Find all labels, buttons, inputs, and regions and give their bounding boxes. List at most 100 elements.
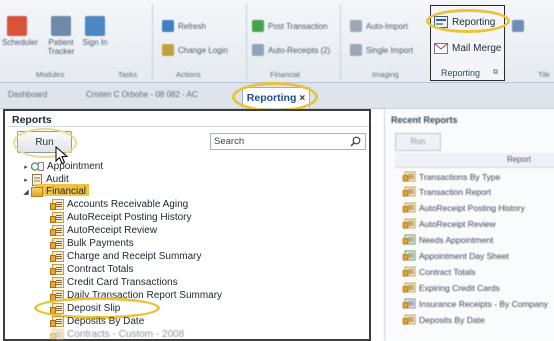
recent-row-label: AutoReceipt Review — [419, 218, 496, 229]
report-icon — [50, 277, 64, 288]
change-login-button[interactable]: Change Login — [162, 44, 228, 56]
recent-row[interactable]: Needs Appointment — [402, 234, 494, 245]
auto-receipts-label: Auto-Receipts (2) — [268, 45, 331, 55]
tree-item-report[interactable]: Charge and Receipt Summary — [50, 250, 202, 263]
tree-item-financial[interactable]: ◢ Financial — [21, 185, 86, 198]
group-actions: Actions — [176, 70, 201, 79]
sign-in-button[interactable]: Sign In — [80, 16, 110, 47]
ribbon-separator — [246, 4, 247, 80]
report-icon — [402, 171, 416, 182]
tree-item-label: Charge and Receipt Summary — [67, 251, 202, 262]
ribbon-overflow-button[interactable] — [512, 20, 524, 32]
mail-merge-button[interactable]: Mail Merge — [434, 42, 501, 54]
tree-item-label: AutoReceipt Review — [67, 225, 158, 236]
report-icon — [50, 238, 64, 249]
report-icon — [50, 225, 64, 236]
tab-patient[interactable]: Cristen C Orbohe - 08 082 - AC — [86, 90, 198, 99]
single-import-button[interactable]: Single Import — [350, 44, 413, 56]
clipboard-icon — [51, 16, 71, 36]
reports-panel-title: Reports — [12, 114, 52, 126]
recent-row-label: Transaction Report — [419, 186, 491, 197]
recent-row[interactable]: Deposits By Date — [402, 314, 485, 325]
tab-dashboard[interactable]: Dashboard — [8, 90, 47, 99]
recent-row[interactable]: Appointment Day Sheet — [402, 250, 509, 261]
auto-import-label: Auto-Import — [366, 21, 408, 31]
report-icon — [50, 329, 64, 340]
patient-tracker-label: Patient Tracker — [47, 38, 75, 56]
dollar-icon — [252, 20, 264, 32]
report-icon — [402, 266, 416, 277]
recent-row[interactable]: Expiring Credit Cards — [402, 282, 500, 293]
search-icon[interactable] — [350, 136, 361, 150]
folder-icon — [31, 186, 43, 197]
recent-row[interactable]: Insurance Receipts - By Company — [402, 298, 548, 309]
refresh-button[interactable]: Refresh — [162, 20, 206, 32]
collapse-icon[interactable]: ◢ — [21, 188, 31, 196]
tree-item-label: Accounts Receivable Aging — [67, 199, 189, 210]
report-icon — [402, 314, 416, 325]
tree-item-report[interactable]: Credit Card Transactions — [50, 276, 178, 289]
mail-merge-icon — [434, 43, 448, 54]
group-imaging: Imaging — [372, 70, 399, 79]
sign-in-icon — [85, 16, 105, 36]
refresh-icon — [162, 20, 174, 32]
report-icon — [402, 186, 416, 197]
change-login-label: Change Login — [178, 45, 228, 55]
recent-row-label: Needs Appointment — [419, 234, 494, 245]
tree-item-appointment[interactable]: ▸ Appointment — [21, 160, 103, 173]
report-icon — [402, 282, 416, 293]
recent-row-label: Expiring Credit Cards — [419, 282, 500, 293]
recent-row[interactable]: Contract Totals — [402, 266, 476, 277]
group-tasks: Tasks — [118, 70, 138, 79]
auto-import-button[interactable]: Auto-Import — [350, 20, 408, 32]
ribbon-separator — [152, 4, 153, 80]
search-input[interactable]: Search — [210, 133, 366, 150]
single-import-label: Single Import — [366, 45, 414, 55]
tree-item-report[interactable]: Accounts Receivable Aging — [50, 198, 189, 211]
recent-row-label: AutoReceipt Posting History — [419, 202, 525, 213]
appointment-icon — [31, 162, 44, 171]
auto-receipts-button[interactable]: Auto-Receipts (2) — [252, 44, 330, 56]
recent-row[interactable]: Transaction Report — [402, 186, 491, 197]
tree-item-report[interactable]: Contract Totals — [50, 263, 134, 276]
recent-row-label: Contract Totals — [419, 266, 476, 277]
appointment-icon — [402, 234, 416, 245]
post-transaction-label: Post Transaction — [268, 21, 328, 31]
sign-in-label: Sign In — [82, 38, 108, 47]
scheduler-button[interactable]: Scheduler — [2, 16, 38, 47]
recent-row-label: Deposits By Date — [419, 314, 485, 325]
tree-item-report[interactable]: Bulk Payments — [50, 237, 134, 250]
tree-item-label: Appointment — [47, 161, 104, 172]
report-icon — [402, 218, 416, 229]
panel-divider — [8, 126, 369, 127]
expand-icon[interactable]: ▸ — [21, 176, 31, 184]
post-transaction-button[interactable]: Post Transaction — [252, 20, 328, 32]
tree-item-label: AutoReceipt Posting History — [67, 212, 192, 223]
report-icon — [402, 202, 416, 213]
calendar-icon — [7, 16, 27, 36]
tree-item-label: Deposits By Date — [67, 316, 145, 327]
recent-run-button[interactable]: Run — [395, 133, 441, 151]
tree-item-report[interactable]: Contracts - Custom - 2008 — [50, 328, 184, 341]
scheduler-label: Scheduler — [2, 38, 39, 47]
tree-item-report[interactable]: AutoReceipt Posting History — [50, 211, 192, 224]
recent-row[interactable]: AutoReceipt Review — [402, 218, 496, 229]
refresh-label: Refresh — [178, 21, 207, 31]
dialog-launcher-icon[interactable]: ⧉ — [493, 69, 498, 77]
report-icon — [402, 298, 416, 309]
report-icon — [50, 199, 64, 210]
recent-column-header[interactable]: Report — [507, 155, 531, 164]
tree-item-label: Credit Card Transactions — [67, 277, 178, 288]
recent-reports-title: Recent Reports — [391, 115, 458, 125]
ribbon-separator — [340, 4, 341, 80]
tree-item-report[interactable]: Deposits By Date — [50, 315, 145, 328]
reporting-group-label: Reporting — [441, 68, 481, 78]
patient-tracker-button[interactable]: Patient Tracker — [46, 16, 76, 56]
report-icon — [50, 316, 64, 327]
recent-row[interactable]: AutoReceipt Posting History — [402, 202, 525, 213]
tree-item-report[interactable]: AutoReceipt Review — [50, 224, 158, 237]
recent-row[interactable]: Transactions By Type — [402, 171, 500, 182]
import-icon — [350, 20, 362, 32]
expand-icon[interactable]: ▸ — [21, 163, 31, 171]
reporting-callout — [426, 9, 510, 33]
